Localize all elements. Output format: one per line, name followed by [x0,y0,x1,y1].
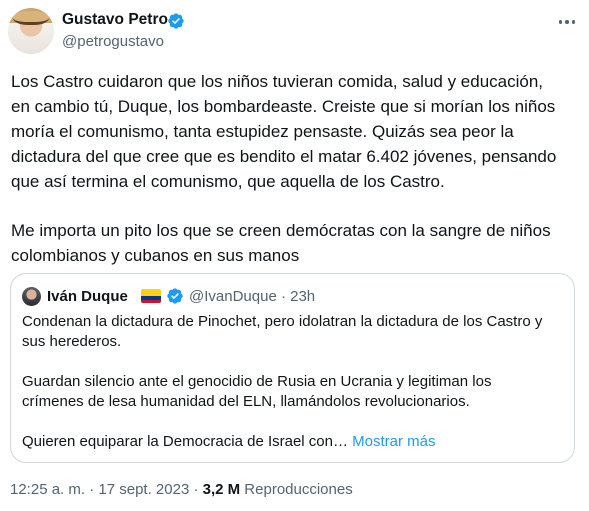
views-count: 3,2 M [202,481,241,498]
show-more-link[interactable]: Mostrar más [352,433,435,450]
author-name[interactable]: Gustavo Petro [62,11,168,29]
tweet-meta: 12:25 a. m. · 17 sept. 2023 · 3,2 M Repr… [10,481,353,498]
verified-badge-icon [168,13,184,29]
quoted-line: sus herederos. [22,333,122,350]
views-label: Reproducciones [240,481,353,498]
more-options-button[interactable] [556,12,578,32]
author-handle[interactable]: @petrogustavo [62,33,164,50]
flag-stripe-red [141,299,161,303]
quoted-author-name[interactable]: Iván Duque [47,288,128,305]
tweet-line: Los Castro cuidaron que los niños tuvier… [11,72,544,91]
colombia-flag-icon [141,289,161,303]
quoted-tweet[interactable]: Iván Duque @IvanDuque · 23h Condenan la … [10,273,575,463]
tweet-line: dictadura del que cree que es bendito el… [11,147,557,166]
quoted-line: Condenan la dictadura de Pinochet, pero … [22,313,543,330]
more-dot [571,20,576,24]
more-dot [565,20,569,24]
quoted-text: Condenan la dictadura de Pinochet, pero … [22,312,567,452]
quoted-line: Quieren equiparar la Democracia de Israe… [22,432,567,452]
quoted-line: Guardan silencio ante el genocidio de Ru… [22,373,492,390]
author-avatar[interactable] [8,8,54,54]
flag-stripe-yellow [141,289,161,296]
quoted-line: crímenes de lesa humanidad del ELN, llam… [22,393,470,410]
quoted-handle-time[interactable]: @IvanDuque · 23h [189,288,315,305]
hat-graphic [13,11,49,25]
quoted-truncated-line: Quieren equiparar la Democracia de Israe… [22,433,348,450]
more-horizontal-icon [558,20,563,24]
quoted-avatar[interactable] [22,287,41,306]
tweet-line: Me importa un pito los que se creen demó… [11,221,551,240]
tweet-line: en cambio tú, Duque, los bombardeaste. C… [11,97,556,116]
tweet-text: Los Castro cuidaron que los niños tuvier… [11,69,581,268]
verified-badge-icon [167,288,183,304]
tweet-line: que así termina el comunismo, que aquell… [11,172,445,191]
tweet-line: moría el comunismo, tanta estupidez pens… [11,122,514,141]
timestamp[interactable]: 12:25 a. m. · 17 sept. 2023 · [10,481,203,498]
tweet-line: colombianos y cubanos en sus manos [11,246,300,265]
